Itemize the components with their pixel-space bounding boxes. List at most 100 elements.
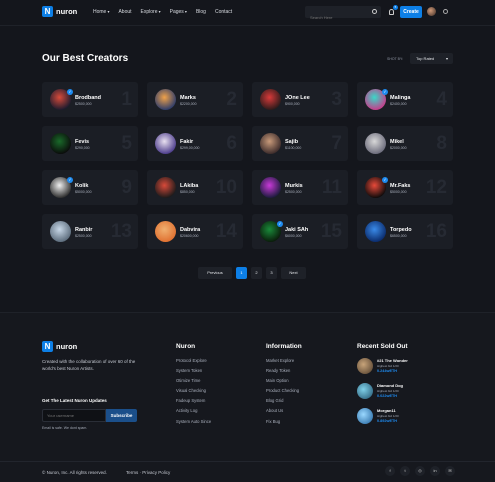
- facebook-icon[interactable]: f: [385, 466, 395, 476]
- create-button[interactable]: Create: [400, 6, 422, 18]
- creator-card[interactable]: Murkis $2500,000 11: [252, 170, 348, 205]
- footer-link[interactable]: System Token: [176, 368, 211, 378]
- pagination-previous[interactable]: Previous: [198, 267, 232, 279]
- creator-avatar[interactable]: [260, 89, 281, 110]
- footer-link[interactable]: Main Option: [266, 378, 302, 388]
- creator-avatar[interactable]: [155, 177, 176, 198]
- footer-link[interactable]: Activity Log: [176, 408, 211, 418]
- footer-link[interactable]: Otimize Time: [176, 378, 211, 388]
- creator-name[interactable]: Marks: [180, 95, 196, 101]
- creator-card[interactable]: Dabvira $20600,000 14: [147, 214, 243, 249]
- creator-card[interactable]: Fakir $299,00,000 6: [147, 126, 243, 161]
- creator-name[interactable]: Jaki SAh: [285, 227, 308, 233]
- creator-card[interactable]: ✓ Brodband $2500,000 1: [42, 82, 138, 117]
- creator-name[interactable]: Sajib: [285, 139, 298, 145]
- creator-name[interactable]: LAkiba: [180, 183, 198, 189]
- creator-card[interactable]: ✓ Malinga $2400,000 4: [357, 82, 453, 117]
- creator-avatar[interactable]: [50, 133, 71, 154]
- instagram-icon[interactable]: ◎: [415, 466, 425, 476]
- creator-name[interactable]: Murkis: [285, 183, 303, 189]
- creator-avatar[interactable]: [155, 89, 176, 110]
- footer-col-information: Information Market Explore Ready Token M…: [266, 343, 302, 429]
- creator-card[interactable]: JOne Lee $900,000 3: [252, 82, 348, 117]
- creator-card[interactable]: ✓ Jaki SAh $6000,000 15: [252, 214, 348, 249]
- twitter-icon[interactable]: t: [400, 466, 410, 476]
- creator-card[interactable]: Fevis $290,000 5: [42, 126, 138, 161]
- creator-price: $1100,000: [285, 146, 302, 150]
- footer-logo-text: nuron: [56, 342, 78, 351]
- footer-link[interactable]: About Us: [266, 408, 302, 418]
- creator-avatar[interactable]: [260, 133, 281, 154]
- footer-link[interactable]: Product Checking: [266, 388, 302, 398]
- footer-link[interactable]: Fadeup System: [176, 398, 211, 408]
- search-icon[interactable]: [372, 9, 377, 14]
- creator-name[interactable]: Malinga: [390, 95, 410, 101]
- sold-item-image: [357, 408, 373, 424]
- nav-about[interactable]: About: [118, 9, 131, 15]
- pagination-page-1[interactable]: 1: [236, 267, 247, 279]
- footer-link[interactable]: Ready Token: [266, 368, 302, 378]
- creator-avatar[interactable]: [155, 221, 176, 242]
- creator-card[interactable]: ✓ Kolik $5000,000 9: [42, 170, 138, 205]
- creator-avatar[interactable]: [365, 221, 386, 242]
- creator-card[interactable]: Mikel $2000,000 8: [357, 126, 453, 161]
- sort-select[interactable]: Top Rated ▾: [410, 53, 453, 64]
- creator-name[interactable]: Mikel: [390, 139, 404, 145]
- creator-avatar[interactable]: [260, 177, 281, 198]
- footer-link[interactable]: Blog Grid: [266, 398, 302, 408]
- creator-name[interactable]: Ranbir: [75, 227, 92, 233]
- search-input[interactable]: [305, 11, 365, 24]
- creator-card[interactable]: Ranbir $2500,000 13: [42, 214, 138, 249]
- nav-contact[interactable]: Contact: [215, 9, 232, 15]
- nav-pages[interactable]: Pages: [170, 9, 187, 15]
- creator-name[interactable]: Kolik: [75, 183, 88, 189]
- footer-description: Created with the collaboration of over 6…: [42, 359, 136, 371]
- sold-item-bid: Highest bid 1/20: [377, 414, 399, 418]
- creator-avatar[interactable]: [50, 221, 71, 242]
- nav-explore[interactable]: Explore: [141, 9, 161, 15]
- creator-name[interactable]: Torpedo: [390, 227, 412, 233]
- footer-link[interactable]: Market Explore: [266, 358, 302, 368]
- theme-toggle-icon[interactable]: [443, 9, 448, 14]
- pagination-page-2[interactable]: 2: [251, 267, 262, 279]
- bell-icon[interactable]: [389, 9, 394, 15]
- creator-card[interactable]: LAkiba $850,000 10: [147, 170, 243, 205]
- creator-card[interactable]: Sajib $1100,000 7: [252, 126, 348, 161]
- footer-logo[interactable]: N nuron: [42, 341, 77, 352]
- creator-name[interactable]: JOne Lee: [285, 95, 310, 101]
- creator-name[interactable]: Fakir: [180, 139, 193, 145]
- copyright: © Nuron, Inc. All rights reserved.: [42, 470, 107, 475]
- sold-item[interactable]: #21 The Wonder Highest bid 1/20 0.244wET…: [357, 358, 457, 378]
- sold-item[interactable]: Diamond Dog Highest bid 1/20 0.022wETH: [357, 383, 457, 403]
- terms-link[interactable]: Terms: [126, 470, 138, 475]
- pagination-next[interactable]: Next: [281, 267, 306, 279]
- mail-icon[interactable]: ✉: [445, 466, 455, 476]
- footer-link[interactable]: Fix Bug: [266, 419, 302, 429]
- creator-card[interactable]: Torpedo $6500,000 16: [357, 214, 453, 249]
- creator-rank: 12: [425, 177, 447, 198]
- creator-name[interactable]: Fevis: [75, 139, 89, 145]
- page-title: Our Best Creators: [42, 53, 129, 64]
- footer-link[interactable]: System Auto Since: [176, 419, 211, 429]
- user-avatar[interactable]: [427, 7, 436, 16]
- creator-name[interactable]: Dabvira: [180, 227, 200, 233]
- creator-avatar[interactable]: [365, 133, 386, 154]
- nav-blog[interactable]: Blog: [196, 9, 206, 15]
- logo[interactable]: N nuron: [42, 6, 77, 17]
- linkedin-icon[interactable]: in: [430, 466, 440, 476]
- creator-price: $850,000: [180, 190, 195, 194]
- pagination-page-3[interactable]: 3: [266, 267, 277, 279]
- creator-name[interactable]: Brodband: [75, 95, 101, 101]
- footer-link[interactable]: Visual Checking: [176, 388, 211, 398]
- creator-card[interactable]: ✓ Mr.Faks $5000,000 12: [357, 170, 453, 205]
- creator-name[interactable]: Mr.Faks: [390, 183, 410, 189]
- footer-link[interactable]: Protocol Explore: [176, 358, 211, 368]
- newsletter-email-input[interactable]: [42, 409, 106, 422]
- subscribe-button[interactable]: Subscribe: [106, 409, 137, 422]
- sold-item[interactable]: Morgan11 Highest bid 1/20 0.892wETH: [357, 408, 457, 428]
- creator-card[interactable]: Marks $2200,000 2: [147, 82, 243, 117]
- footer-col-recent-sold: Recent Sold Out: [357, 343, 408, 358]
- privacy-link[interactable]: Privacy Policy: [142, 470, 170, 475]
- creator-avatar[interactable]: [155, 133, 176, 154]
- nav-home[interactable]: Home: [93, 9, 109, 15]
